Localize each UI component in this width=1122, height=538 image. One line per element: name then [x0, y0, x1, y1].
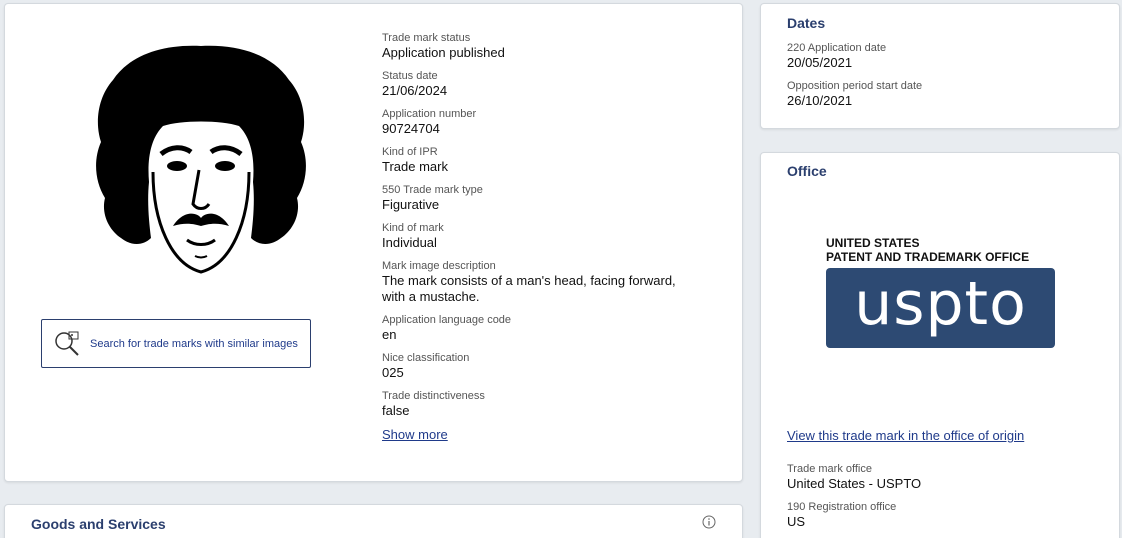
info-icon[interactable] — [702, 515, 716, 529]
field-trade-distinctiveness: Trade distinctiveness false — [382, 390, 485, 418]
field-trademark-status: Trade mark status Application published — [382, 32, 505, 60]
trademark-image — [96, 45, 306, 274]
field-kind-of-mark: Kind of mark Individual — [382, 222, 444, 250]
goods-services-card: Goods and Services — [4, 504, 743, 538]
field-trademark-type: 550 Trade mark type Figurative — [382, 184, 483, 212]
field-nice-classification: Nice classification 025 — [382, 352, 470, 380]
office-field-list: Trade mark office United States - USPTO … — [787, 462, 1087, 538]
dates-title: Dates — [787, 15, 826, 31]
field-application-date: 220 Application date 20/05/2021 — [787, 42, 887, 70]
office-title: Office — [787, 163, 827, 179]
field-kind-of-ipr: Kind of IPR Trade mark — [382, 146, 448, 174]
details-field-list: Trade mark status Application published … — [382, 31, 702, 442]
field-registration-office: 190 Registration office US — [787, 501, 897, 529]
field-status-date: Status date 21/06/2024 — [382, 70, 448, 98]
similar-images-search-label: Search for trade marks with similar imag… — [90, 337, 298, 350]
office-card: Office UNITED STATES PATENT AND TRADEMAR… — [760, 152, 1120, 538]
field-application-language: Application language code en — [382, 314, 512, 342]
field-application-number: Application number 90724704 — [382, 108, 477, 136]
image-search-icon — [55, 331, 79, 356]
show-more-link[interactable]: Show more — [382, 427, 702, 442]
goods-services-title: Goods and Services — [31, 516, 166, 532]
similar-images-search-button[interactable]: Search for trade marks with similar imag… — [41, 319, 311, 368]
dates-card: Dates 220 Application date 20/05/2021 Op… — [760, 3, 1120, 129]
view-office-origin-link[interactable]: View this trade mark in the office of or… — [787, 428, 1024, 443]
uspto-logo: UNITED STATES PATENT AND TRADEMARK OFFIC… — [826, 236, 1056, 348]
field-mark-image-description: Mark image description The mark consists… — [382, 260, 676, 304]
field-trademark-office: Trade mark office United States - USPTO — [787, 463, 922, 491]
field-opposition-start-date: Opposition period start date 26/10/2021 — [787, 80, 923, 108]
dates-field-list: 220 Application date 20/05/2021 Oppositi… — [787, 41, 1087, 117]
trademark-details-card: Search for trade marks with similar imag… — [4, 3, 743, 482]
